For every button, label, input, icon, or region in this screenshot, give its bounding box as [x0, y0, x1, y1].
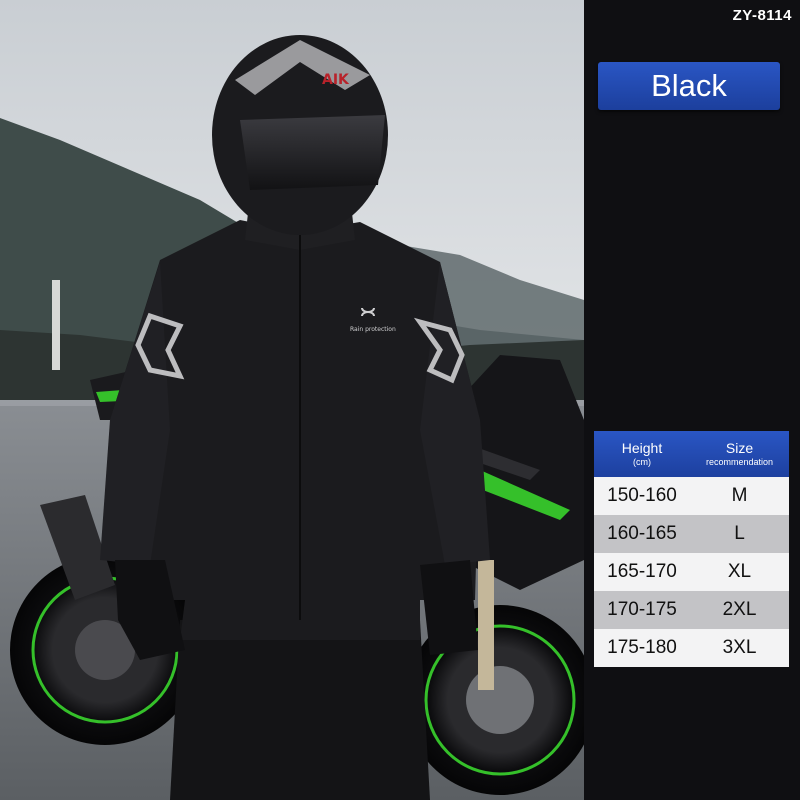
height-cell: 170-175	[594, 591, 690, 629]
color-badge: Black	[598, 62, 780, 110]
size-table-header: Height (cm) Size recommendation	[594, 431, 789, 477]
header-size-sub: recommendation	[705, 457, 774, 467]
table-row: 170-175 2XL	[594, 591, 789, 629]
table-row: 160-165 L	[594, 515, 789, 553]
header-size-label: Size	[725, 440, 754, 456]
table-row: 175-180 3XL	[594, 629, 789, 667]
spec-panel: ZY-8114 Black Height (cm) Size recommend…	[584, 0, 800, 800]
size-cell: M	[690, 477, 789, 515]
header-height: Height (cm)	[594, 431, 690, 477]
header-height-unit: (cm)	[633, 457, 651, 467]
size-cell: XL	[690, 553, 789, 591]
header-size: Size recommendation	[690, 431, 789, 477]
height-cell: 165-170	[594, 553, 690, 591]
svg-text:Rain protection: Rain protection	[350, 326, 396, 333]
product-photo: Rain protection AIK	[0, 0, 584, 800]
size-cell: 2XL	[690, 591, 789, 629]
size-cell: 3XL	[690, 629, 789, 667]
size-chart-table: Height (cm) Size recommendation 150-160 …	[594, 431, 789, 667]
height-cell: 160-165	[594, 515, 690, 553]
model-code: ZY-8114	[732, 7, 792, 24]
svg-text:AIK: AIK	[322, 72, 350, 88]
table-row: 165-170 XL	[594, 553, 789, 591]
height-cell: 150-160	[594, 477, 690, 515]
header-height-label: Height	[621, 440, 663, 456]
height-cell: 175-180	[594, 629, 690, 667]
table-row: 150-160 M	[594, 477, 789, 515]
tower	[52, 280, 60, 370]
size-cell: L	[690, 515, 789, 553]
